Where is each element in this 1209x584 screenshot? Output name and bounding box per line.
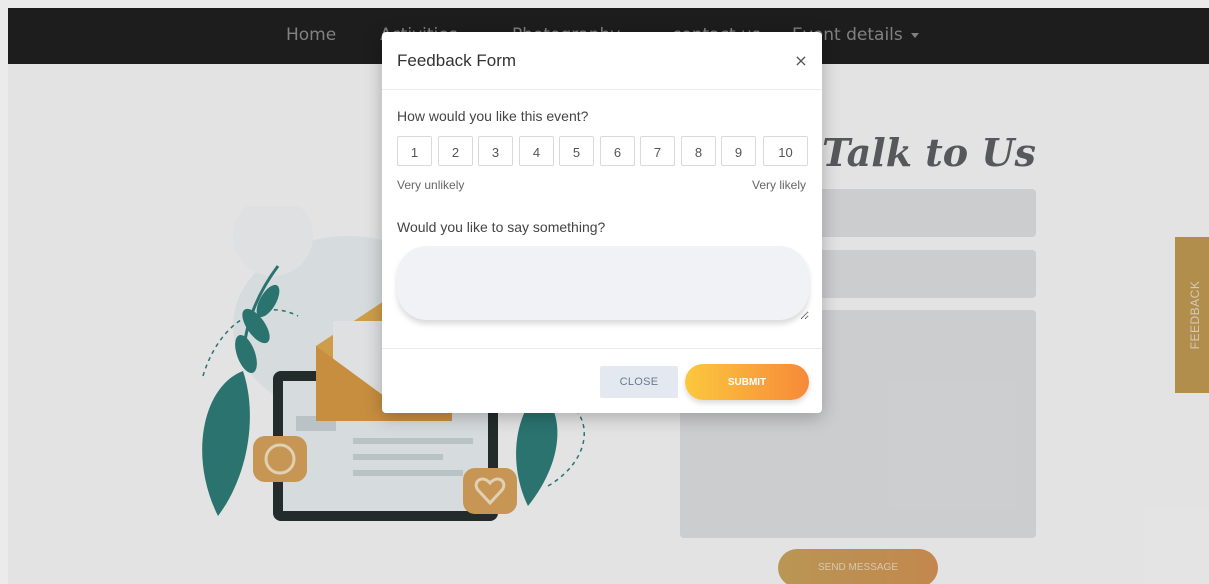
rating-option-7[interactable]: 7 — [640, 136, 675, 166]
modal-header: Feedback Form × — [382, 32, 822, 90]
submit-button[interactable]: SUBMIT — [685, 364, 809, 400]
rating-question: How would you like this event? — [397, 108, 589, 124]
rating-option-5[interactable]: 5 — [559, 136, 594, 166]
modal-title: Feedback Form — [397, 51, 517, 70]
scale-low-label: Very unlikely — [397, 178, 465, 192]
rating-option-4[interactable]: 4 — [519, 136, 554, 166]
rating-scale: 1 2 3 4 5 6 7 8 9 10 — [397, 136, 809, 168]
comment-question: Would you like to say something? — [397, 219, 606, 235]
rating-option-3[interactable]: 3 — [478, 136, 513, 166]
close-icon[interactable]: × — [788, 48, 814, 72]
rating-option-2[interactable]: 2 — [438, 136, 473, 166]
rating-option-1[interactable]: 1 — [397, 136, 432, 166]
rating-option-6[interactable]: 6 — [600, 136, 635, 166]
comment-textarea[interactable] — [397, 246, 809, 320]
rating-option-8[interactable]: 8 — [681, 136, 716, 166]
close-button[interactable]: CLOSE — [600, 366, 678, 398]
feedback-modal: Feedback Form × How would you like this … — [382, 32, 822, 413]
rating-option-10[interactable]: 10 — [763, 136, 808, 166]
rating-option-9[interactable]: 9 — [721, 136, 756, 166]
scale-high-label: Very likely — [752, 178, 807, 192]
modal-footer: CLOSE SUBMIT — [382, 348, 822, 414]
